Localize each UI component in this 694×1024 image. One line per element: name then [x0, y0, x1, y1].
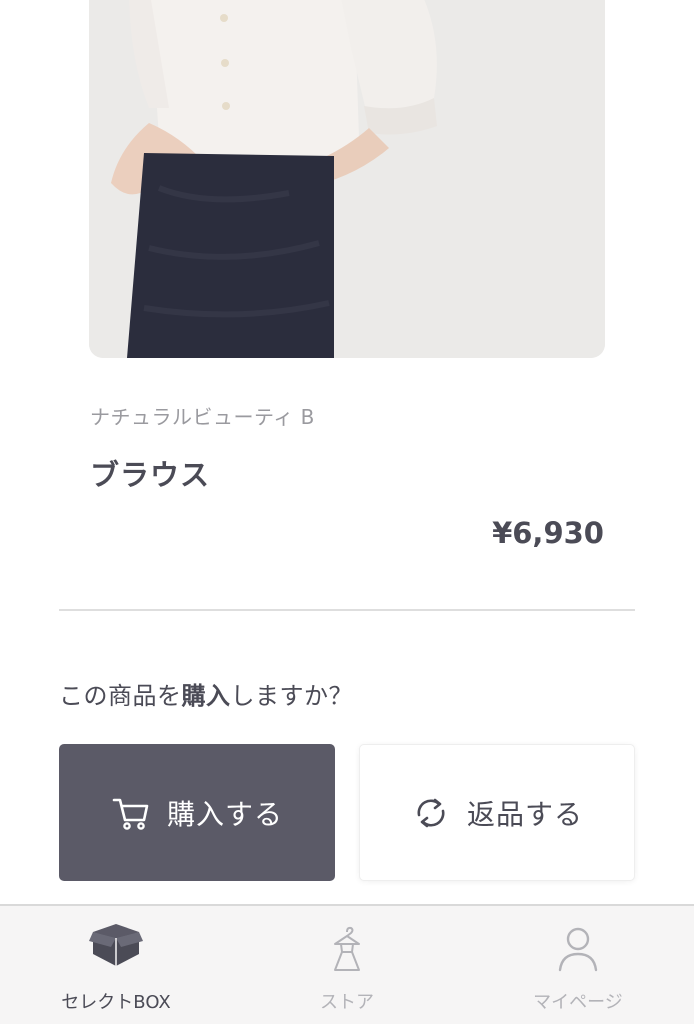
tab-label: ストア — [320, 992, 374, 1013]
tab-label: マイページ — [533, 992, 623, 1013]
product-photo — [89, 0, 605, 358]
refresh-icon — [411, 793, 451, 833]
cart-icon — [111, 793, 151, 833]
brand-name: ナチュラルビューティ B — [90, 405, 315, 429]
person-icon — [556, 924, 600, 976]
screen: ナチュラルビューティ B ブラウス ¥6,930 この商品を購入しますか？ 購入… — [0, 0, 694, 1024]
return-button-label: 返品する — [466, 797, 583, 831]
tab-store[interactable]: ストア — [247, 906, 447, 1024]
buy-button[interactable]: 購入する — [59, 744, 335, 881]
divider — [59, 609, 635, 611]
box-icon — [89, 924, 143, 974]
purchase-question: この商品を購入しますか？ — [59, 682, 353, 710]
dress-hanger-icon — [327, 924, 367, 980]
tab-mypage[interactable]: マイページ — [478, 906, 678, 1024]
return-button[interactable]: 返品する — [359, 744, 635, 881]
buy-button-label: 購入する — [166, 797, 283, 831]
tab-select-box[interactable]: セレクトBOX — [16, 906, 216, 1024]
bottom-tab-bar: セレクトBOX ストア マイページ — [0, 904, 694, 1024]
product-name: ブラウス — [90, 458, 211, 492]
product-price: ¥6,930 — [492, 516, 604, 550]
tab-label: セレクトBOX — [61, 992, 171, 1013]
